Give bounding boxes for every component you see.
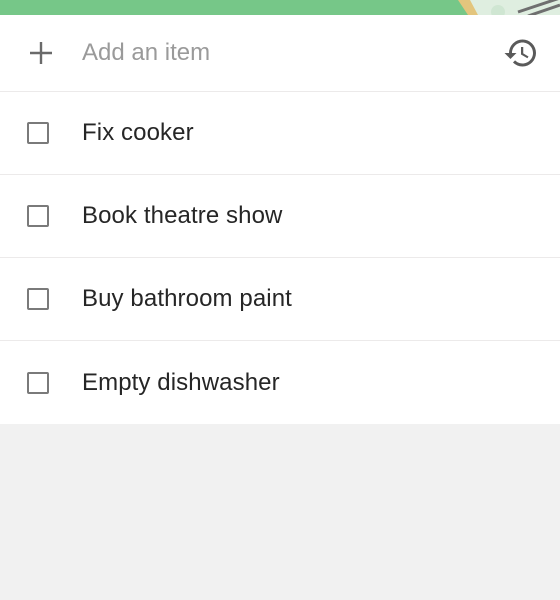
list-header-banner	[0, 0, 560, 15]
history-icon	[504, 39, 536, 67]
task-row[interactable]: Empty dishwasher	[0, 341, 560, 424]
task-list-screen: Fix cooker Book theatre show Buy bathroo…	[0, 0, 560, 600]
banner-illustration	[458, 0, 560, 15]
task-label: Buy bathroom paint	[82, 285, 292, 312]
task-checkbox[interactable]	[27, 205, 49, 227]
plus-icon[interactable]	[28, 40, 54, 66]
add-item-input[interactable]	[82, 39, 482, 67]
task-checkbox-cell	[0, 341, 82, 424]
task-label: Fix cooker	[82, 119, 194, 146]
task-checkbox[interactable]	[27, 288, 49, 310]
add-item-lead	[0, 15, 82, 91]
add-item-row[interactable]	[0, 15, 560, 92]
task-list: Fix cooker Book theatre show Buy bathroo…	[0, 15, 560, 424]
task-checkbox-cell	[0, 92, 82, 174]
history-button[interactable]	[502, 34, 540, 72]
task-checkbox-cell	[0, 175, 82, 257]
task-label: Empty dishwasher	[82, 368, 280, 396]
task-checkbox-cell	[0, 258, 82, 340]
task-label: Book theatre show	[82, 202, 283, 229]
task-row[interactable]: Fix cooker	[0, 92, 560, 175]
task-checkbox[interactable]	[27, 122, 49, 144]
task-checkbox[interactable]	[27, 371, 49, 394]
task-row[interactable]: Book theatre show	[0, 175, 560, 258]
task-row[interactable]: Buy bathroom paint	[0, 258, 560, 341]
